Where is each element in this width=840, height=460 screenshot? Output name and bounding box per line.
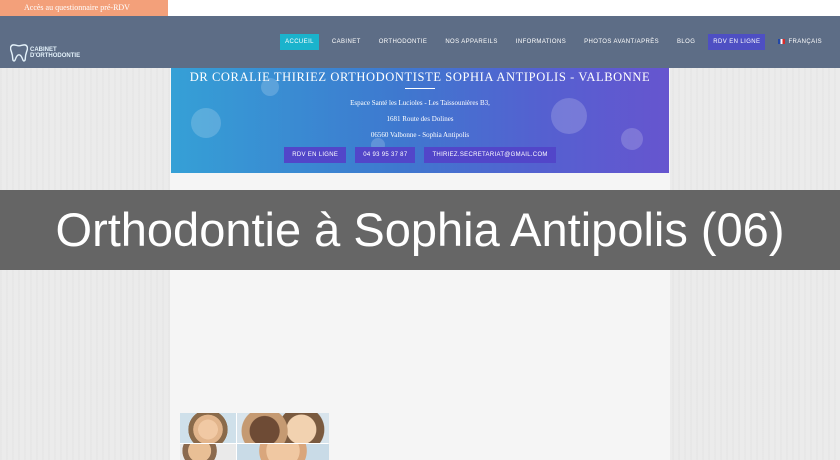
nav-item-nos-appareils[interactable]: NOS APPAREILS xyxy=(440,34,502,50)
nav-item-accueil[interactable]: ACCUEIL xyxy=(280,34,319,51)
nav-item-orthodontie[interactable]: ORTHODONTIE xyxy=(374,34,433,50)
french-flag-icon xyxy=(778,39,786,44)
overlay-banner: Orthodontie à Sophia Antipolis (06) xyxy=(0,190,840,270)
phone-button[interactable]: 04 93 95 37 87 xyxy=(355,147,416,163)
logo[interactable]: CABINET D'ORTHODONTIE xyxy=(10,42,80,64)
logo-text: CABINET D'ORTHODONTIE xyxy=(30,47,81,59)
patient-photo[interactable] xyxy=(180,413,236,443)
top-bar: Accès au questionnaire pré-RDV xyxy=(0,0,840,16)
nav-item-photos[interactable]: PHOTOS AVANT/APRÈS xyxy=(579,34,664,50)
address-line-2: 1681 Route des Dolines xyxy=(386,115,454,123)
nav-item-rdv-en-ligne[interactable]: RDV EN LIGNE xyxy=(708,34,766,51)
questionnaire-link[interactable]: Accès au questionnaire pré-RDV xyxy=(0,0,168,16)
patient-photo-grid xyxy=(180,413,329,460)
patient-photo[interactable] xyxy=(237,444,329,460)
language-selector[interactable]: FRANÇAIS xyxy=(773,34,827,50)
email-button[interactable]: THIRIEZ.SECRETARIAT@GMAIL.COM xyxy=(424,147,556,163)
overlay-title: Orthodontie à Sophia Antipolis (06) xyxy=(55,203,785,256)
hero-title: DR CORALIE THIRIEZ ORTHODONTISTE SOPHIA … xyxy=(189,70,651,84)
hero-divider xyxy=(405,88,435,89)
address-line-3: 06560 Valbonne - Sophia Antipolis xyxy=(370,131,470,139)
tooth-icon xyxy=(10,44,28,62)
patient-photo[interactable] xyxy=(237,413,329,443)
hero-buttons: RDV EN LIGNE 04 93 95 37 87 THIRIEZ.SECR… xyxy=(171,147,669,163)
language-label: FRANÇAIS xyxy=(788,39,822,46)
main-nav: ACCUEIL CABINET ORTHODONTIE NOS APPAREIL… xyxy=(280,34,827,51)
nav-item-blog[interactable]: BLOG xyxy=(672,34,700,50)
nav-item-cabinet[interactable]: CABINET xyxy=(327,34,366,50)
patient-photo[interactable] xyxy=(180,444,236,460)
nav-item-informations[interactable]: INFORMATIONS xyxy=(511,34,571,50)
rdv-en-ligne-button[interactable]: RDV EN LIGNE xyxy=(284,147,347,163)
address-line-1: Espace Santé les Lucioles - Les Taissoun… xyxy=(350,99,490,107)
hero-banner: DR CORALIE THIRIEZ ORTHODONTISTE SOPHIA … xyxy=(171,68,669,173)
